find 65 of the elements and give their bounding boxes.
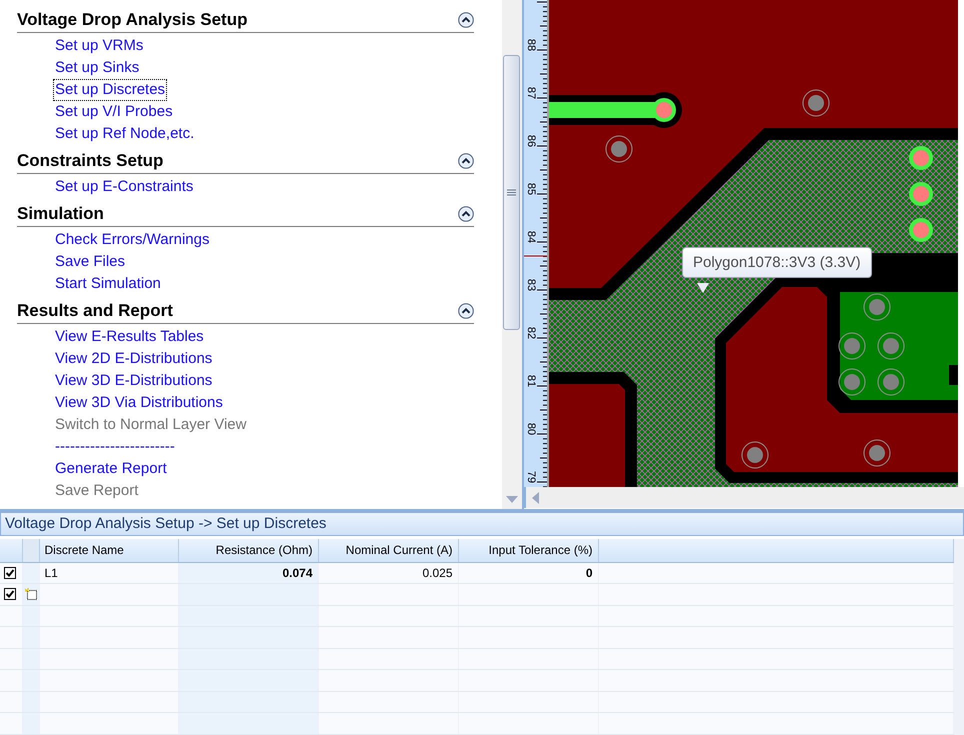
via (878, 332, 904, 360)
section-title: Results and Report (17, 301, 173, 321)
scroll-thumb[interactable] (503, 55, 520, 330)
task-link[interactable]: Set up VRMs (53, 35, 146, 57)
ruler-label: 88 (525, 38, 537, 52)
column-header[interactable]: Discrete Name (39, 539, 178, 562)
checkbox[interactable] (4, 566, 16, 579)
ruler-label: 84 (525, 230, 537, 244)
via (838, 368, 866, 396)
new-row-icon (24, 588, 36, 600)
table-cell: 0.025 (422, 566, 452, 580)
ruler-label: 79 (525, 470, 537, 484)
section-title: Voltage Drop Analysis Setup (17, 10, 248, 30)
vertical-scrollbar[interactable] (502, 0, 522, 509)
via (838, 332, 866, 360)
via (864, 440, 890, 466)
task-link[interactable]: ------------------------ (53, 436, 177, 458)
task-link[interactable]: Set up E-Constraints (53, 176, 196, 198)
task-link[interactable]: Switch to Normal Layer View (53, 414, 248, 436)
task-link[interactable]: View 2D E-Distributions (53, 348, 214, 370)
horizontal-scrollbar[interactable] (524, 487, 964, 508)
column-header[interactable]: Resistance (Ohm) (178, 539, 318, 562)
task-link[interactable]: Set up Ref Node,etc. (53, 123, 196, 145)
task-link[interactable]: Set up Sinks (53, 57, 142, 79)
via (606, 136, 632, 162)
tooltip: Polygon1078::3V3 (3.3V) (682, 247, 872, 278)
tooltip-tail (697, 283, 709, 293)
task-link[interactable]: Start Simulation (53, 273, 163, 295)
ruler-label: 83 (525, 278, 537, 292)
row-header[interactable] (22, 584, 39, 606)
task-link[interactable]: View 3D Via Distributions (53, 392, 225, 414)
collapse-icon[interactable] (458, 12, 474, 28)
task-link[interactable]: Set up V/I Probes (53, 101, 175, 123)
pad (909, 146, 933, 170)
collapse-icon[interactable] (458, 153, 474, 169)
task-link[interactable]: View 3D E-Distributions (53, 370, 214, 392)
task-link[interactable]: Generate Report (53, 458, 169, 480)
table-cell: 0 (586, 566, 592, 580)
pad (909, 218, 933, 242)
ruler-label: 81 (525, 374, 537, 388)
column-header[interactable]: Nominal Current (A) (318, 539, 458, 562)
task-link[interactable]: View E-Results Tables (53, 326, 206, 348)
section-title: Constraints Setup (17, 151, 164, 171)
checkbox[interactable] (4, 588, 16, 600)
pad (909, 182, 933, 206)
section-title: Simulation (17, 204, 104, 224)
task-link[interactable]: Save Report (53, 480, 140, 502)
ruler-label: 82 (525, 326, 537, 340)
table-cell: 0.074 (282, 566, 312, 580)
table-cell: L1 (44, 566, 58, 580)
panel-title: Voltage Drop Analysis Setup -> Set up Discretes (0, 512, 964, 536)
ruler-label: 80 (525, 422, 537, 436)
ruler-label: 85 (525, 182, 537, 196)
task-link[interactable]: Set up Discretes (53, 79, 168, 101)
collapse-icon[interactable] (458, 206, 474, 222)
via (742, 442, 768, 468)
ruler-label: 86 (525, 134, 537, 148)
task-link[interactable]: Save Files (53, 251, 128, 273)
collapse-icon[interactable] (458, 303, 474, 319)
task-link[interactable]: Check Errors/Warnings (53, 229, 212, 251)
via (864, 294, 890, 320)
column-header[interactable]: Input Tolerance (%) (458, 539, 598, 562)
via (878, 368, 904, 396)
ruler-label: 87 (525, 86, 537, 100)
via (802, 90, 830, 116)
